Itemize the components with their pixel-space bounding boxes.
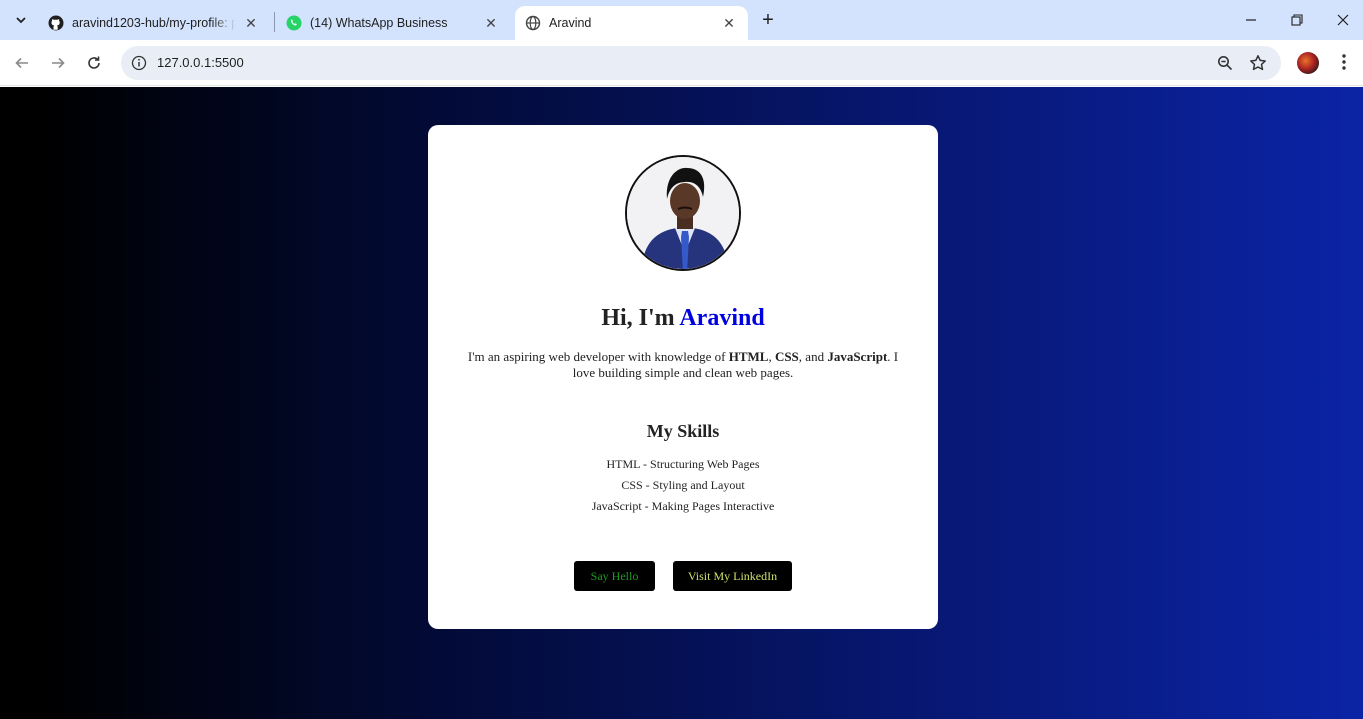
forward-button[interactable] [44,49,72,77]
intro-text: I'm an aspiring web developer with knowl… [467,349,729,364]
chevron-down-icon [16,17,26,24]
profile-photo [625,155,741,271]
intro-css: CSS [774,349,799,364]
tab-title: (14) WhatsApp Business [310,16,448,30]
tab-search-button[interactable] [8,7,34,33]
greeting-heading: Hi, I'm Aravind [428,305,938,332]
linkedin-button[interactable]: Visit My LinkedIn [673,561,792,591]
site-info-icon[interactable] [129,53,149,73]
plus-icon: + [762,8,774,31]
browser-toolbar: 127.0.0.1:5500 [0,40,1363,86]
url-text[interactable]: 127.0.0.1:5500 [157,55,244,70]
bookmark-star-icon[interactable] [1248,53,1268,73]
close-icon[interactable]: ✕ [242,14,260,32]
tab-title: aravind1203-hub/my-profile: pe [72,16,236,30]
page-viewport: Hi, I'm Aravind I'm an aspiring web deve… [0,87,1363,719]
greeting-prefix: Hi, I'm [601,305,680,331]
intro-js: JavaScript [827,349,888,364]
skills-list: HTML - Structuring Web Pages CSS - Styli… [428,457,938,520]
arrow-left-icon [15,57,28,69]
address-bar[interactable]: 127.0.0.1:5500 [121,46,1281,80]
zoom-icon[interactable] [1215,53,1235,73]
intro-sep: , and [798,349,828,364]
tab-github[interactable]: aravind1203-hub/my-profile: pe ✕ [38,6,270,40]
minimize-button[interactable] [1235,6,1267,34]
reload-button[interactable] [80,49,108,77]
profile-card: Hi, I'm Aravind I'm an aspiring web deve… [428,125,938,629]
browser-menu-icon[interactable] [1332,50,1356,74]
whatsapp-icon [286,15,302,31]
restore-icon [1291,14,1303,26]
minimize-icon [1246,19,1256,21]
close-window-button[interactable] [1327,6,1359,34]
close-icon[interactable]: ✕ [482,14,500,32]
skill-item: HTML - Structuring Web Pages [606,457,760,471]
tab-aravind[interactable]: Aravind ✕ [515,6,748,40]
globe-icon [525,15,541,31]
restore-button[interactable] [1281,6,1313,34]
close-icon[interactable]: ✕ [720,14,738,32]
say-hello-button[interactable]: Say Hello [574,561,655,591]
intro-html: HTML [728,349,769,364]
skill-item: JavaScript - Making Pages Interactive [591,499,775,513]
tab-divider [274,12,275,32]
tab-whatsapp[interactable]: (14) WhatsApp Business ✕ [276,6,510,40]
skill-item: CSS - Styling and Layout [621,478,745,492]
skills-heading: My Skills [646,421,720,441]
profile-name: Aravind [679,305,765,331]
reload-icon [88,56,100,69]
profile-avatar[interactable] [1297,52,1319,74]
new-tab-button[interactable]: + [756,8,780,32]
intro-paragraph: I'm an aspiring web developer with knowl… [460,349,906,381]
github-icon [48,15,64,31]
arrow-right-icon [52,57,65,69]
tab-title: Aravind [549,16,592,30]
back-button[interactable] [8,49,36,77]
close-icon [1337,14,1349,26]
tab-strip: aravind1203-hub/my-profile: pe ✕ (14) Wh… [0,0,1363,40]
